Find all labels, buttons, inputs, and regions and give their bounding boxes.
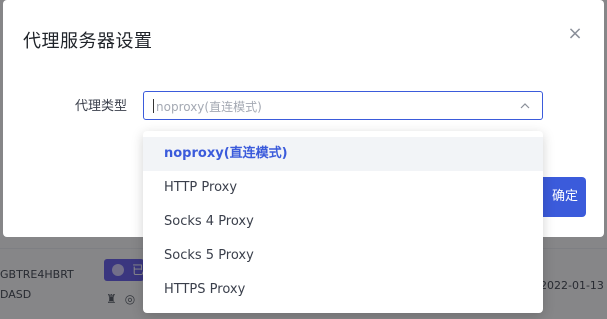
option-noproxy[interactable]: noproxy(直连模式) (143, 137, 543, 171)
proxy-type-label: 代理类型 (75, 99, 128, 114)
dialog-title: 代理服务器设置 (23, 31, 153, 52)
proxy-type-dropdown: noproxy(直连模式) HTTP Proxy Socks 4 Proxy S… (143, 131, 543, 313)
proxy-type-placeholder: noproxy(直连模式) (156, 100, 262, 114)
text-cursor (153, 99, 154, 113)
option-socks5-proxy[interactable]: Socks 5 Proxy (143, 239, 543, 273)
option-socks4-proxy[interactable]: Socks 4 Proxy (143, 205, 543, 239)
option-http-proxy[interactable]: HTTP Proxy (143, 171, 543, 205)
option-https-proxy[interactable]: HTTPS Proxy (143, 273, 543, 307)
proxy-type-select[interactable]: noproxy(直连模式) (143, 91, 543, 120)
close-icon[interactable]: × (565, 24, 585, 44)
chevron-up-icon (520, 103, 530, 109)
